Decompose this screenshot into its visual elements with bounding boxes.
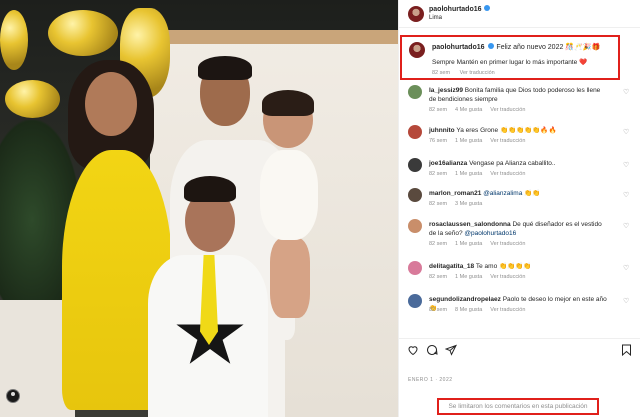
comment-time[interactable]: 76 sem <box>429 138 447 144</box>
comment-body: delitagatita_18 Te amo 👏👏👏👏 <box>429 262 609 271</box>
comment-username[interactable]: juhnnito <box>429 127 455 134</box>
comment-meta: 82 sem 1 Me gusta Ver traducción <box>429 171 533 177</box>
author-avatar[interactable] <box>408 6 424 22</box>
author-username-link[interactable]: paolohurtado16 <box>429 5 490 13</box>
comment-avatar[interactable] <box>408 85 422 99</box>
comment-likes[interactable]: 3 Me gusta <box>455 201 482 207</box>
comment-time[interactable]: 82 sem <box>429 307 447 313</box>
caption-body: Sempre Mantén en primer lugar lo más imp… <box>432 59 588 66</box>
caption-highlight: paolohurtado16 Feliz año nuevo 2022 🎊🥂🎉🎁… <box>400 35 620 80</box>
comment-translate[interactable]: Ver traducción <box>490 138 525 144</box>
photo-ledge <box>150 30 398 44</box>
comment-body: la_jessiz99 Bonita familia que Dios todo… <box>429 86 609 104</box>
baby-hair <box>262 90 314 116</box>
comment-avatar[interactable] <box>408 219 422 233</box>
comment-translate[interactable]: Ver traducción <box>490 307 525 313</box>
comment-likes[interactable]: 1 Me gusta <box>455 241 482 247</box>
post-date: ENERO 1 · 2022 <box>408 377 453 383</box>
verified-icon <box>483 5 490 11</box>
comment-text: Vengase pa Alianza caballito.. <box>469 160 556 167</box>
boy-hair <box>184 176 236 202</box>
caption-time[interactable]: 82 sem <box>432 70 450 76</box>
comment-avatar[interactable] <box>408 158 422 172</box>
post-location[interactable]: Lima <box>429 15 442 21</box>
comment-meta: 82 sem 1 Me gusta Ver traducción <box>429 241 533 247</box>
comment-time[interactable]: 82 sem <box>429 201 447 207</box>
comment-meta: 82 sem 4 Me gusta Ver traducción <box>429 107 533 113</box>
comment-text: Ya eres Grone 👏👏👏👏👏🔥🔥 <box>456 127 557 134</box>
comment-avatar[interactable] <box>408 125 422 139</box>
comment-icon[interactable] <box>426 344 438 356</box>
comment-avatar[interactable] <box>408 188 422 202</box>
comment-like-heart-icon[interactable]: ♡ <box>623 162 630 169</box>
comment-body: joe16alianza Vengase pa Alianza caballit… <box>429 159 609 168</box>
comment-like-heart-icon[interactable]: ♡ <box>623 192 630 199</box>
balloon <box>5 80 60 118</box>
comment-username[interactable]: marlon_roman21 <box>429 190 481 197</box>
comment-like-heart-icon[interactable]: ♡ <box>623 223 630 230</box>
comments-disabled-text: Se limitaron los comentarios en esta pub… <box>448 403 588 410</box>
comment-time[interactable]: 82 sem <box>429 274 447 280</box>
comment-time[interactable]: 82 sem <box>429 107 447 113</box>
comment-text: @alianzalima 👏👏 <box>483 190 541 197</box>
post-photo <box>0 0 398 417</box>
caption-text: Feliz año nuevo 2022 🎊🥂🎉🎁 <box>496 44 601 51</box>
comment-likes[interactable]: 1 Me gusta <box>455 274 482 280</box>
verified-icon <box>488 43 495 49</box>
comment-username[interactable]: la_jessiz99 <box>429 87 463 94</box>
comment-avatar[interactable] <box>408 294 422 308</box>
balloon <box>0 10 28 70</box>
comment-username[interactable]: segundolizandropelaez <box>429 296 501 303</box>
tagged-user-icon[interactable] <box>6 389 20 403</box>
comment-username[interactable]: delitagatita_18 <box>429 263 474 270</box>
comment-like-heart-icon[interactable]: ♡ <box>623 129 630 136</box>
author-username[interactable]: paolohurtado16 <box>429 6 482 13</box>
comment-like-heart-icon[interactable]: ♡ <box>623 89 630 96</box>
balloon <box>48 10 118 56</box>
comment-likes[interactable]: 4 Me gusta <box>455 107 482 113</box>
comment-meta: 82 sem 3 Me gusta <box>429 201 490 207</box>
comment-translate[interactable]: Ver traducción <box>490 171 525 177</box>
comment-likes[interactable]: 1 Me gusta <box>455 138 482 144</box>
comment-likes[interactable]: 8 Me gusta <box>455 307 482 313</box>
comment-meta: 76 sem 1 Me gusta Ver traducción <box>429 138 533 144</box>
comment-body: juhnnito Ya eres Grone 👏👏👏👏👏🔥🔥 <box>429 126 609 135</box>
comment-username[interactable]: rosaclaussen_salondonna <box>429 221 511 228</box>
comment-translate[interactable]: Ver traducción <box>490 241 525 247</box>
comment-meta: 82 sem 8 Me gusta Ver traducción <box>429 307 533 313</box>
bookmark-icon[interactable] <box>621 344 632 356</box>
caption-avatar[interactable] <box>409 42 425 58</box>
comment-text: Te amo 👏👏👏👏 <box>475 263 532 270</box>
baby-body <box>260 150 318 240</box>
baby-legs <box>270 238 310 318</box>
comment-meta: 82 sem 1 Me gusta Ver traducción <box>429 274 533 280</box>
caption-meta: 82 sem Ver traducción <box>432 70 503 76</box>
caption-line: paolohurtado16 Feliz año nuevo 2022 🎊🥂🎉🎁 <box>432 43 600 51</box>
comment-translate[interactable]: Ver traducción <box>490 107 525 113</box>
comments-disabled-highlight: Se limitaron los comentarios en esta pub… <box>437 398 599 415</box>
comment-like-heart-icon[interactable]: ♡ <box>623 265 630 272</box>
comment-body: rosaclaussen_salondonna De qué diseñador… <box>429 220 609 238</box>
share-icon[interactable] <box>445 344 457 356</box>
caption-translate[interactable]: Ver traducción <box>460 70 495 76</box>
post-header: paolohurtado16 Lima <box>399 0 640 28</box>
comment-like-heart-icon[interactable]: ♡ <box>623 298 630 305</box>
comment-translate[interactable]: Ver traducción <box>490 274 525 280</box>
comment-time[interactable]: 82 sem <box>429 241 447 247</box>
comment-body: marlon_roman21 @alianzalima 👏👏 <box>429 189 609 198</box>
heart-icon[interactable] <box>407 344 419 356</box>
comment-username[interactable]: joe16alianza <box>429 160 467 167</box>
action-bar <box>399 338 640 360</box>
caption-username[interactable]: paolohurtado16 <box>432 44 485 51</box>
comment-time[interactable]: 82 sem <box>429 171 447 177</box>
comment-likes[interactable]: 1 Me gusta <box>455 171 482 177</box>
comment-avatar[interactable] <box>408 261 422 275</box>
woman-face <box>85 72 137 136</box>
man-hair <box>198 56 252 80</box>
